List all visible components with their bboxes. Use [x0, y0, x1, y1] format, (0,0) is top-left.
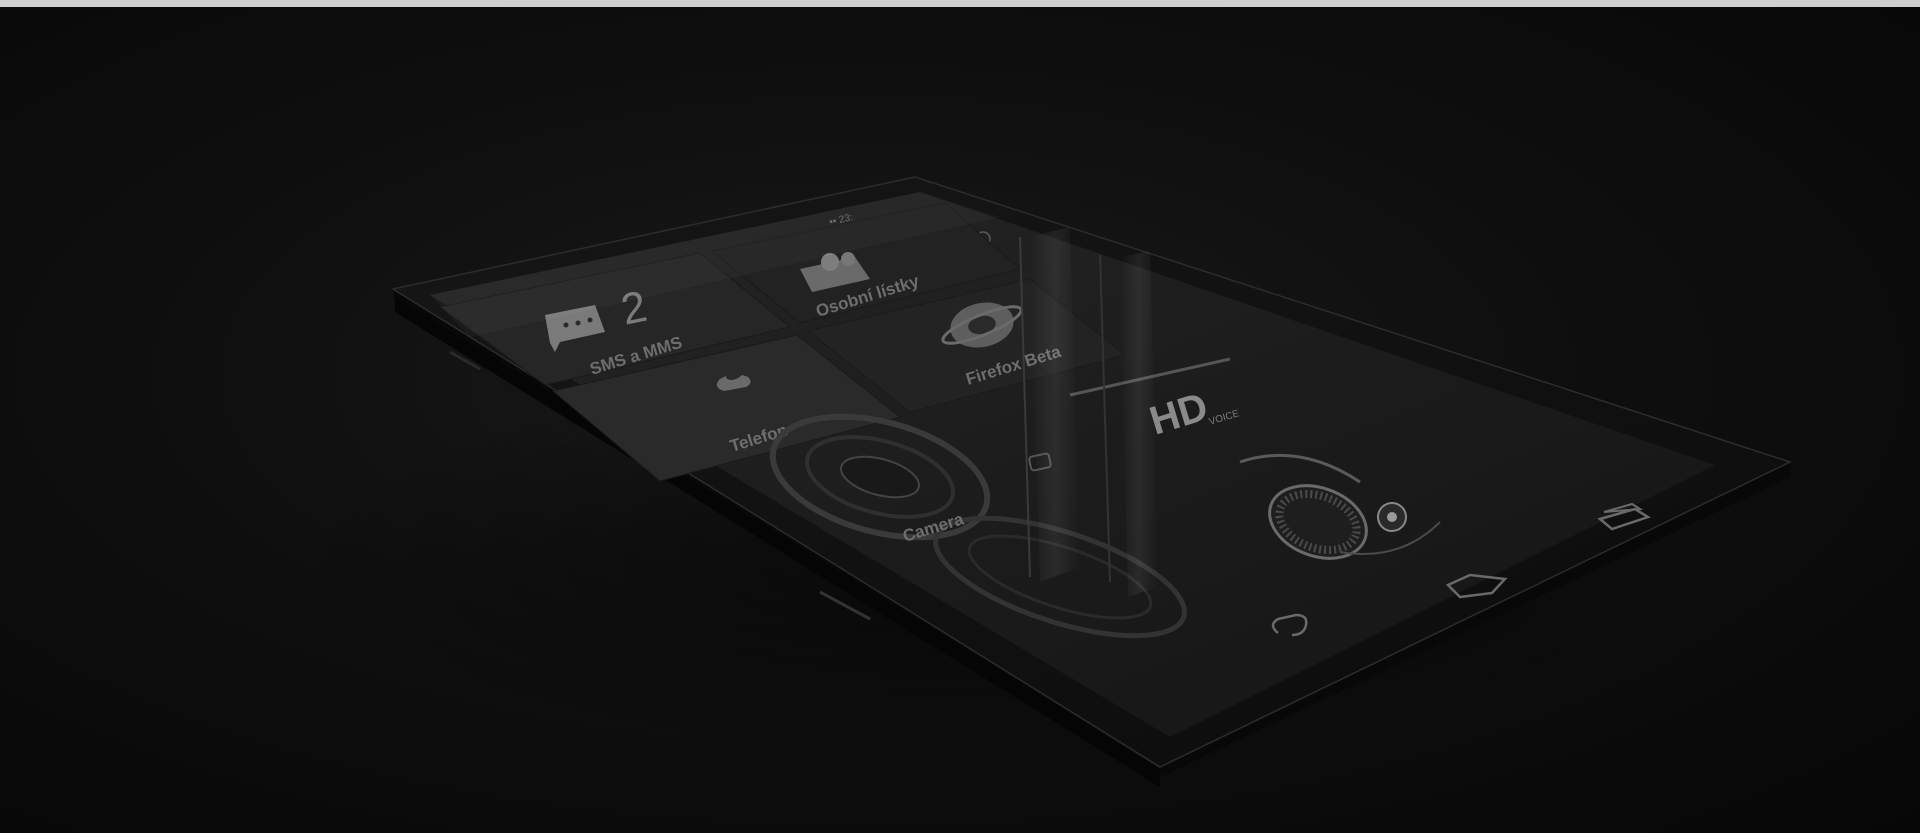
- page: ••••• ▪▪ 23: 2 SMS a MMS: [0, 0, 1920, 833]
- phone-photo: ••••• ▪▪ 23: 2 SMS a MMS: [280, 176, 1793, 787]
- top-strip: [0, 0, 1920, 7]
- phone-photo-scene: ••••• ▪▪ 23: 2 SMS a MMS: [0, 7, 1920, 833]
